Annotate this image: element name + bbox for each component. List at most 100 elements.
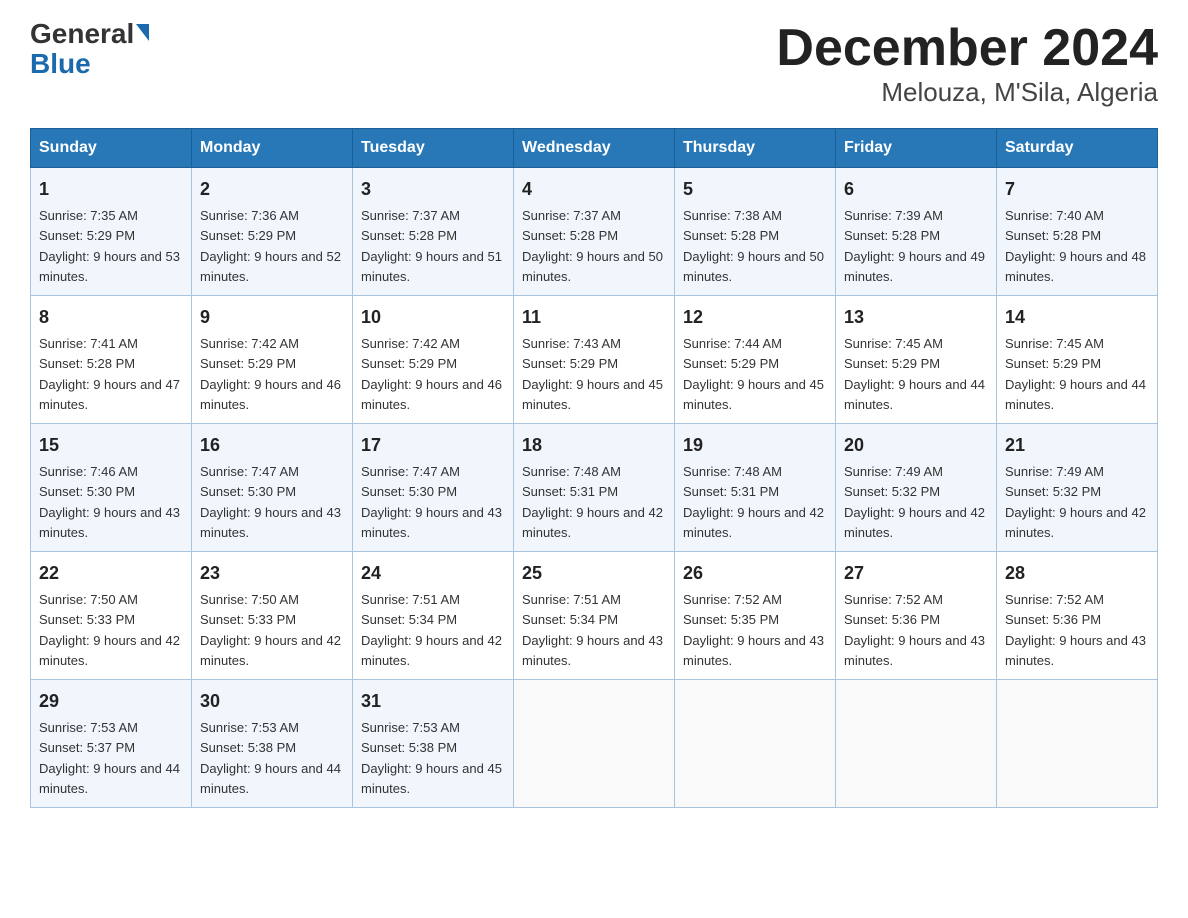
day-info: Sunrise: 7:53 AMSunset: 5:37 PMDaylight:…	[39, 720, 180, 796]
day-number: 16	[200, 432, 344, 459]
calendar-cell: 11 Sunrise: 7:43 AMSunset: 5:29 PMDayligh…	[514, 296, 675, 424]
day-info: Sunrise: 7:52 AMSunset: 5:35 PMDaylight:…	[683, 592, 824, 668]
day-number: 13	[844, 304, 988, 331]
day-info: Sunrise: 7:46 AMSunset: 5:30 PMDaylight:…	[39, 464, 180, 540]
day-info: Sunrise: 7:40 AMSunset: 5:28 PMDaylight:…	[1005, 208, 1146, 284]
calendar-header-row: SundayMondayTuesdayWednesdayThursdayFrid…	[31, 129, 1158, 168]
page-header: General Blue December 2024 Melouza, M'Si…	[30, 20, 1158, 108]
calendar-cell: 8Sunrise: 7:41 AMSunset: 5:28 PMDaylight…	[31, 296, 192, 424]
day-info: Sunrise: 7:51 AMSunset: 5:34 PMDaylight:…	[361, 592, 502, 668]
day-number: 26	[683, 560, 827, 587]
day-info: Sunrise: 7:51 AMSunset: 5:34 PMDaylight:…	[522, 592, 663, 668]
calendar-cell: 17 Sunrise: 7:47 AMSunset: 5:30 PMDayligh…	[353, 424, 514, 552]
calendar-cell: 6 Sunrise: 7:39 AMSunset: 5:28 PMDaylight…	[836, 168, 997, 296]
calendar-cell: 26 Sunrise: 7:52 AMSunset: 5:35 PMDayligh…	[675, 552, 836, 680]
day-info: Sunrise: 7:48 AMSunset: 5:31 PMDaylight:…	[683, 464, 824, 540]
logo-general-text: General	[30, 20, 134, 48]
day-info: Sunrise: 7:53 AMSunset: 5:38 PMDaylight:…	[361, 720, 502, 796]
header-tuesday: Tuesday	[353, 129, 514, 168]
logo-blue-text: Blue	[30, 48, 91, 79]
day-info: Sunrise: 7:50 AMSunset: 5:33 PMDaylight:…	[200, 592, 341, 668]
calendar-subtitle: Melouza, M'Sila, Algeria	[776, 77, 1158, 108]
day-number: 29	[39, 688, 183, 715]
header-monday: Monday	[192, 129, 353, 168]
calendar-cell: 2 Sunrise: 7:36 AMSunset: 5:29 PMDaylight…	[192, 168, 353, 296]
calendar-cell: 29 Sunrise: 7:53 AMSunset: 5:37 PMDayligh…	[31, 680, 192, 808]
calendar-cell: 14Sunrise: 7:45 AMSunset: 5:29 PMDayligh…	[997, 296, 1158, 424]
calendar-cell: 12Sunrise: 7:44 AMSunset: 5:29 PMDayligh…	[675, 296, 836, 424]
day-info: Sunrise: 7:42 AMSunset: 5:29 PMDaylight:…	[361, 336, 502, 412]
calendar-cell: 18Sunrise: 7:48 AMSunset: 5:31 PMDayligh…	[514, 424, 675, 552]
day-number: 20	[844, 432, 988, 459]
day-info: Sunrise: 7:37 AMSunset: 5:28 PMDaylight:…	[522, 208, 663, 284]
calendar-cell: 31 Sunrise: 7:53 AMSunset: 5:38 PMDayligh…	[353, 680, 514, 808]
day-number: 9	[200, 304, 344, 331]
calendar-cell	[675, 680, 836, 808]
day-number: 23	[200, 560, 344, 587]
calendar-cell: 20 Sunrise: 7:49 AMSunset: 5:32 PMDayligh…	[836, 424, 997, 552]
calendar-week-row: 8Sunrise: 7:41 AMSunset: 5:28 PMDaylight…	[31, 296, 1158, 424]
calendar-cell: 1Sunrise: 7:35 AMSunset: 5:29 PMDaylight…	[31, 168, 192, 296]
day-info: Sunrise: 7:38 AMSunset: 5:28 PMDaylight:…	[683, 208, 824, 284]
day-number: 15	[39, 432, 183, 459]
day-number: 28	[1005, 560, 1149, 587]
day-info: Sunrise: 7:52 AMSunset: 5:36 PMDaylight:…	[844, 592, 985, 668]
header-thursday: Thursday	[675, 129, 836, 168]
calendar-cell: 9Sunrise: 7:42 AMSunset: 5:29 PMDaylight…	[192, 296, 353, 424]
calendar-cell: 24 Sunrise: 7:51 AMSunset: 5:34 PMDayligh…	[353, 552, 514, 680]
day-number: 7	[1005, 176, 1149, 203]
logo-arrow-icon	[136, 24, 149, 41]
calendar-cell: 13 Sunrise: 7:45 AMSunset: 5:29 PMDayligh…	[836, 296, 997, 424]
day-info: Sunrise: 7:47 AMSunset: 5:30 PMDaylight:…	[361, 464, 502, 540]
calendar-week-row: 29 Sunrise: 7:53 AMSunset: 5:37 PMDayligh…	[31, 680, 1158, 808]
day-info: Sunrise: 7:48 AMSunset: 5:31 PMDaylight:…	[522, 464, 663, 540]
day-number: 31	[361, 688, 505, 715]
calendar-cell: 23 Sunrise: 7:50 AMSunset: 5:33 PMDayligh…	[192, 552, 353, 680]
day-info: Sunrise: 7:53 AMSunset: 5:38 PMDaylight:…	[200, 720, 341, 796]
calendar-table: SundayMondayTuesdayWednesdayThursdayFrid…	[30, 128, 1158, 808]
day-number: 19	[683, 432, 827, 459]
calendar-cell	[836, 680, 997, 808]
day-number: 24	[361, 560, 505, 587]
day-number: 12	[683, 304, 827, 331]
day-number: 25	[522, 560, 666, 587]
day-number: 10	[361, 304, 505, 331]
calendar-cell: 15 Sunrise: 7:46 AMSunset: 5:30 PMDayligh…	[31, 424, 192, 552]
day-info: Sunrise: 7:45 AMSunset: 5:29 PMDaylight:…	[1005, 336, 1146, 412]
day-number: 22	[39, 560, 183, 587]
day-info: Sunrise: 7:50 AMSunset: 5:33 PMDaylight:…	[39, 592, 180, 668]
calendar-title: December 2024	[776, 20, 1158, 77]
logo: General Blue	[30, 20, 149, 80]
calendar-week-row: 22 Sunrise: 7:50 AMSunset: 5:33 PMDayligh…	[31, 552, 1158, 680]
day-info: Sunrise: 7:39 AMSunset: 5:28 PMDaylight:…	[844, 208, 985, 284]
day-info: Sunrise: 7:49 AMSunset: 5:32 PMDaylight:…	[1005, 464, 1146, 540]
day-info: Sunrise: 7:49 AMSunset: 5:32 PMDaylight:…	[844, 464, 985, 540]
day-info: Sunrise: 7:36 AMSunset: 5:29 PMDaylight:…	[200, 208, 341, 284]
day-info: Sunrise: 7:43 AMSunset: 5:29 PMDaylight:…	[522, 336, 663, 412]
day-number: 30	[200, 688, 344, 715]
calendar-cell: 25 Sunrise: 7:51 AMSunset: 5:34 PMDayligh…	[514, 552, 675, 680]
day-number: 11	[522, 304, 666, 331]
day-number: 6	[844, 176, 988, 203]
day-info: Sunrise: 7:35 AMSunset: 5:29 PMDaylight:…	[39, 208, 180, 284]
day-number: 3	[361, 176, 505, 203]
calendar-cell: 21Sunrise: 7:49 AMSunset: 5:32 PMDayligh…	[997, 424, 1158, 552]
day-number: 2	[200, 176, 344, 203]
calendar-cell: 19 Sunrise: 7:48 AMSunset: 5:31 PMDayligh…	[675, 424, 836, 552]
calendar-cell: 30 Sunrise: 7:53 AMSunset: 5:38 PMDayligh…	[192, 680, 353, 808]
day-info: Sunrise: 7:52 AMSunset: 5:36 PMDaylight:…	[1005, 592, 1146, 668]
day-info: Sunrise: 7:37 AMSunset: 5:28 PMDaylight:…	[361, 208, 502, 284]
day-number: 27	[844, 560, 988, 587]
header-saturday: Saturday	[997, 129, 1158, 168]
header-friday: Friday	[836, 129, 997, 168]
calendar-cell: 28 Sunrise: 7:52 AMSunset: 5:36 PMDayligh…	[997, 552, 1158, 680]
day-number: 5	[683, 176, 827, 203]
calendar-cell: 27 Sunrise: 7:52 AMSunset: 5:36 PMDayligh…	[836, 552, 997, 680]
calendar-cell: 22 Sunrise: 7:50 AMSunset: 5:33 PMDayligh…	[31, 552, 192, 680]
calendar-cell: 3 Sunrise: 7:37 AMSunset: 5:28 PMDaylight…	[353, 168, 514, 296]
title-block: December 2024 Melouza, M'Sila, Algeria	[776, 20, 1158, 108]
calendar-cell: 7 Sunrise: 7:40 AMSunset: 5:28 PMDaylight…	[997, 168, 1158, 296]
day-info: Sunrise: 7:45 AMSunset: 5:29 PMDaylight:…	[844, 336, 985, 412]
day-info: Sunrise: 7:47 AMSunset: 5:30 PMDaylight:…	[200, 464, 341, 540]
day-number: 17	[361, 432, 505, 459]
